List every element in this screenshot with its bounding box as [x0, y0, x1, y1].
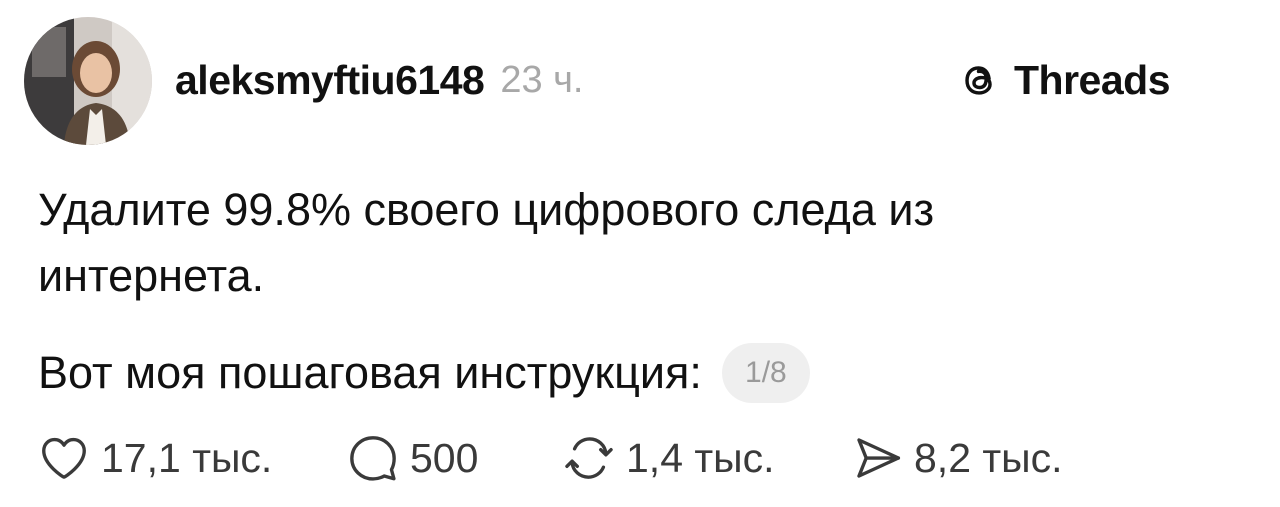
post-body: Удалите 99.8% своего цифрового следа из … [38, 177, 1138, 309]
threads-logo-icon [965, 66, 992, 95]
instruction-row: Вот моя пошаговая инструкция: 1/8 [38, 338, 810, 408]
avatar[interactable] [24, 17, 152, 145]
share-icon [857, 438, 901, 478]
post-text-line: Удалите 99.8% своего цифрового следа из [38, 184, 935, 235]
share-count: 8,2 тыс. [914, 434, 1063, 481]
share-button[interactable]: 8,2 тыс. [850, 427, 1063, 489]
comment-button[interactable]: 500 [346, 427, 478, 489]
like-button[interactable]: 17,1 тыс. [37, 427, 272, 489]
post-text-line: интернета. [38, 250, 265, 301]
post-header: aleksmyftiu6148 23 ч. [175, 50, 584, 110]
repost-count: 1,4 тыс. [626, 434, 775, 481]
comment-icon [350, 436, 396, 481]
post-actions: 17,1 тыс. 500 1,4 тыс. 8,2 тыс. [0, 427, 1280, 489]
repost-button[interactable]: 1,4 тыс. [562, 427, 775, 489]
page-indicator-badge: 1/8 [721, 343, 810, 403]
repost-icon [565, 437, 613, 479]
heart-icon [42, 437, 86, 479]
brand-name: Threads [1014, 56, 1171, 103]
timestamp: 23 ч. [500, 58, 584, 101]
like-count: 17,1 тыс. [101, 434, 273, 481]
instruction-text: Вот моя пошаговая инструкция: [38, 347, 702, 398]
username[interactable]: aleksmyftiu6148 [175, 57, 485, 104]
threads-brand: Threads [956, 52, 1171, 108]
comment-count: 500 [410, 434, 479, 481]
avatar-photo [24, 17, 152, 145]
